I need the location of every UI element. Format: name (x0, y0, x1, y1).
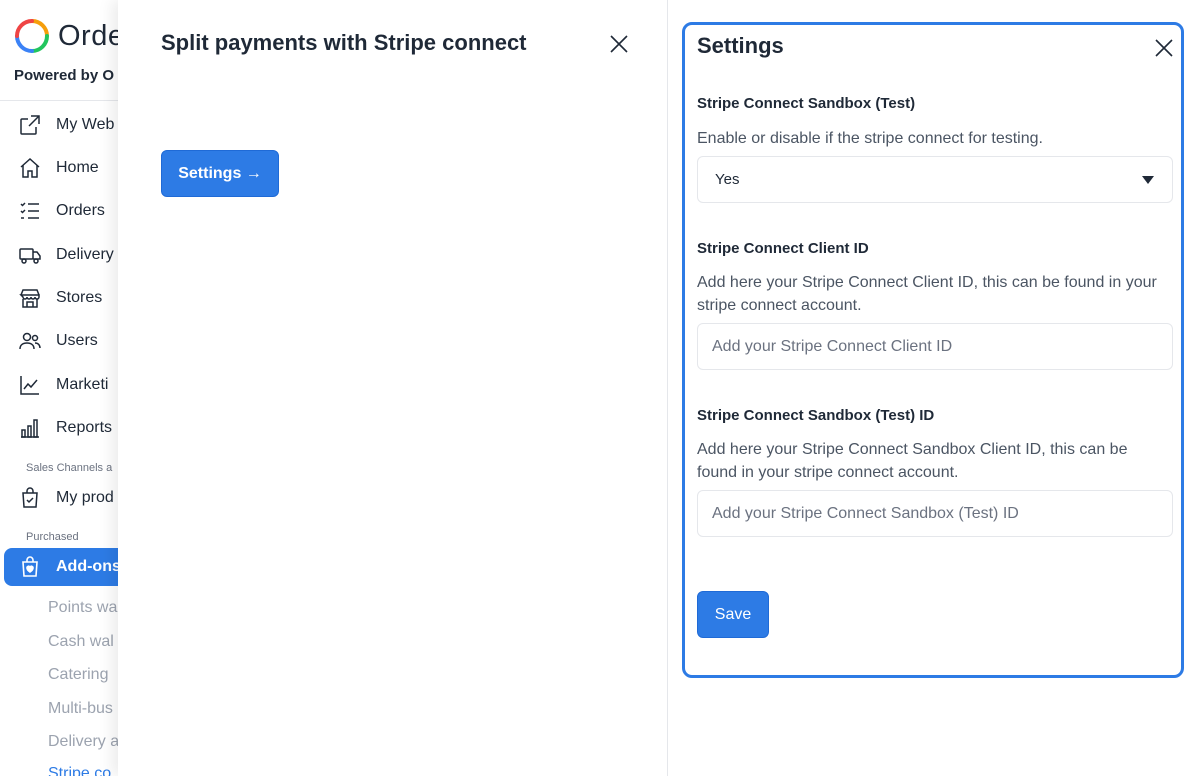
brand[interactable]: Orde (14, 16, 124, 56)
settings-button[interactable]: Settings → (161, 150, 279, 197)
sidebar-subitem-cash-wallet[interactable]: Cash wal (48, 633, 114, 651)
sandbox-label: Stripe Connect Sandbox (Test) (697, 95, 916, 112)
truck-icon (18, 243, 42, 267)
sidebar-item-label: Stores (56, 289, 103, 306)
sandbox-id-help: Add here your Stripe Connect Sandbox Cli… (697, 441, 1128, 481)
sidebar-subitem-stripe-connect[interactable]: Stripe co (48, 765, 111, 776)
sandbox-select[interactable]: Yes (697, 156, 1173, 203)
sidebar-item-label: Home (56, 159, 99, 176)
app-window: Orde Powered by O My Web Home Orders Del… (0, 0, 1200, 776)
powered-by-label: Powered by O (14, 67, 115, 84)
sidebar-subitem-multi-business[interactable]: Multi-bus (48, 700, 113, 718)
brand-name: Orde (58, 19, 125, 52)
sidebar-item-label: Marketi (56, 376, 109, 393)
settings-panel: Settings Stripe Connect Sandbox (Test) E… (682, 22, 1184, 678)
sidebar-subitem-delivery[interactable]: Delivery a (48, 733, 119, 751)
sidebar-item-label: Orders (56, 202, 105, 219)
client-id-help: Add here your Stripe Connect Client ID, … (697, 274, 1157, 314)
sandbox-id-input[interactable] (697, 490, 1173, 537)
sidebar-item-label: Reports (56, 419, 113, 436)
sidebar-item-label: My Web (56, 116, 115, 133)
sidebar-item-label: My prod (56, 489, 114, 506)
section-sales-channels: Sales Channels a (26, 462, 113, 474)
sidebar-item-label: Users (56, 332, 98, 349)
sidebar-item-label: Delivery (56, 246, 114, 263)
sandbox-help: Enable or disable if the stripe connect … (697, 130, 1043, 147)
bar-chart-icon (18, 416, 42, 440)
drawer-title: Split payments with Stripe connect (161, 30, 527, 55)
bag-heart-icon (18, 555, 42, 579)
close-icon[interactable] (608, 33, 630, 55)
external-link-icon (18, 113, 42, 137)
store-icon (18, 286, 42, 310)
list-icon (18, 199, 42, 223)
sidebar-subitem-catering[interactable]: Catering (48, 666, 108, 684)
brand-logo-icon (15, 19, 49, 53)
sidebar-item-label: Add-ons (56, 558, 121, 575)
client-id-input[interactable] (697, 323, 1173, 370)
sandbox-id-label: Stripe Connect Sandbox (Test) ID (697, 407, 935, 424)
close-icon[interactable] (1153, 37, 1175, 59)
save-button[interactable]: Save (697, 591, 769, 638)
addon-drawer: Split payments with Stripe connect Setti… (118, 0, 668, 776)
home-icon (18, 156, 42, 180)
chart-line-icon (18, 373, 42, 397)
settings-panel-title: Settings (697, 33, 784, 58)
caret-down-icon (1142, 176, 1154, 184)
sidebar-subitem-points-wallet[interactable]: Points wa (48, 599, 117, 617)
sandbox-select-value: Yes (715, 171, 740, 188)
users-icon (18, 329, 42, 353)
section-purchased: Purchased (26, 531, 79, 543)
client-id-label: Stripe Connect Client ID (697, 240, 869, 257)
bag-check-icon (18, 486, 42, 510)
